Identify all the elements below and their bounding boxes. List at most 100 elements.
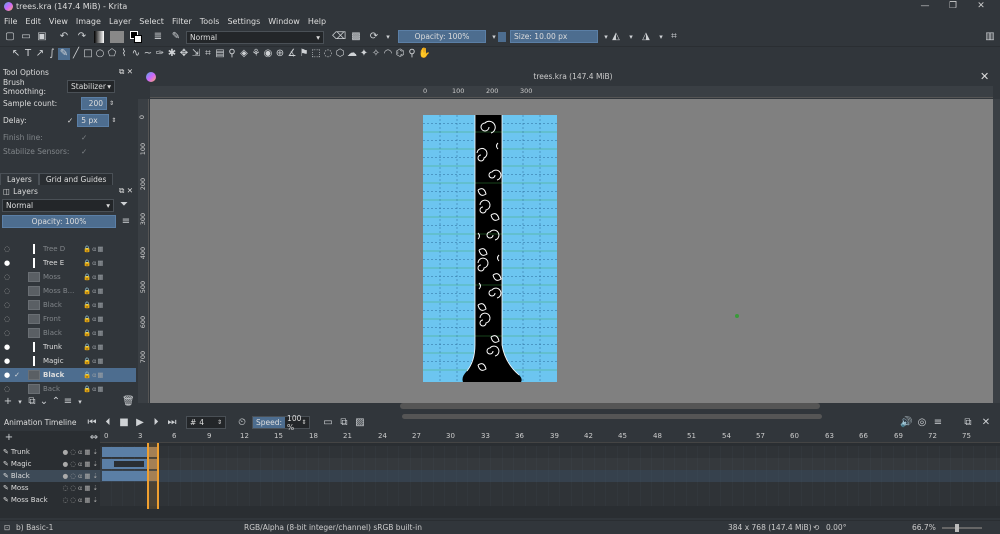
add-layer-icon[interactable]: + [2, 396, 14, 408]
layer-item[interactable]: ◌ Tree D 🔒α▦ [0, 242, 136, 256]
close-icon[interactable]: ✕ [966, 1, 996, 11]
undo-icon[interactable]: ↶ [58, 31, 70, 43]
menu-edit[interactable]: Edit [21, 15, 45, 28]
size-slider[interactable]: Size: 10.00 px [510, 30, 598, 43]
stop-icon[interactable]: ■ [118, 417, 130, 429]
bezier-tool-icon[interactable]: ∿ [130, 48, 142, 60]
freehand-path-icon[interactable]: ~ [142, 48, 154, 60]
layer-item[interactable]: ◌ Front 🔒α▦ [0, 312, 136, 326]
layer-properties-icons[interactable]: 🔒α▦ [83, 259, 105, 267]
layer-properties-icons[interactable]: 🔒α▦ [83, 371, 105, 379]
prev-keyframe-icon[interactable]: ⏴ [102, 417, 114, 429]
freehand-select-icon[interactable]: ☁ [346, 48, 358, 60]
layer-item[interactable]: ◌ Back 🔒α▦ [0, 382, 136, 396]
frame-ruler[interactable]: 0 3 6 9 12 15 18 21 24 27 30 33 36 39 42… [100, 431, 1000, 443]
ellipse-select-icon[interactable]: ◌ [322, 48, 334, 60]
dynamic-brush-icon[interactable]: ✑ [154, 48, 166, 60]
menu-view[interactable]: View [45, 15, 72, 28]
timeline-layer[interactable]: ✎ Moss Back ◌ ◌ α ▦ ⇣ [0, 494, 100, 506]
layer-properties-icons[interactable]: 🔒α▦ [83, 287, 105, 295]
layer-toggles[interactable]: ◌ ◌ α ▦ ⇣ [63, 484, 98, 492]
first-frame-icon[interactable]: ⏮ [86, 417, 98, 429]
save-icon[interactable]: ▣ [36, 31, 48, 43]
drop-frames-icon[interactable]: ▭ [322, 417, 334, 429]
timeline-splitter[interactable] [402, 414, 822, 419]
line-tool-icon[interactable]: ╱ [70, 48, 82, 60]
polygon-select-icon[interactable]: ⬡ [334, 48, 346, 60]
onion-skin-icon[interactable]: ⧉ [338, 417, 350, 429]
visibility-on-icon[interactable]: ● [2, 259, 12, 267]
visibility-on-icon[interactable]: ● [2, 343, 12, 351]
delay-checkbox[interactable]: ✓ [67, 116, 73, 125]
menu-file[interactable]: File [0, 15, 21, 28]
menu-settings[interactable]: Settings [223, 15, 264, 28]
spin-icon[interactable]: ⇕ [111, 117, 116, 124]
keyframe-block[interactable] [102, 471, 148, 481]
timeline-layer[interactable]: ✎ Moss ◌ ◌ α ▦ ⇣ [0, 482, 100, 494]
play-icon[interactable]: ▶ [134, 417, 146, 429]
dropdown-icon[interactable]: ▾ [382, 31, 394, 43]
brush-settings-icon[interactable]: ≣ [152, 31, 164, 43]
layer-toggles[interactable]: ● ◌ α ▦ ⇣ [63, 472, 98, 480]
select-shapes-icon[interactable]: ↖ [10, 48, 22, 60]
colorize-mask-icon[interactable]: ◈ [238, 48, 250, 60]
brush-tool-icon[interactable]: ✎ [58, 47, 70, 60]
layer-toggles[interactable]: ◌ ◌ α ▦ ⇣ [63, 496, 98, 504]
edit-shapes-icon[interactable]: ↗ [34, 48, 46, 60]
calligraphy-icon[interactable]: ∫ [46, 48, 58, 60]
layer-toggles[interactable]: ● ◌ α ▦ ⇣ [63, 448, 98, 456]
canvas-image[interactable] [423, 115, 557, 382]
move-up-icon[interactable]: ⌃ [50, 396, 62, 408]
zoom-tool-icon[interactable]: ⚲ [406, 48, 418, 60]
visibility-off-icon[interactable]: ◌ [2, 301, 12, 309]
volume-icon[interactable]: ◎ [916, 417, 928, 429]
blend-mode-select[interactable]: Normal ▾ [186, 31, 324, 44]
layer-item[interactable]: ● Magic 🔒α▦ [0, 354, 136, 368]
layer-item[interactable]: ● Tree E 🔒α▦ [0, 256, 136, 270]
layer-properties-icons[interactable]: 🔒α▦ [83, 245, 105, 253]
polygon-tool-icon[interactable]: ⬠ [106, 48, 118, 60]
keyframe-block[interactable] [102, 447, 148, 457]
frame-grid[interactable] [100, 443, 1000, 509]
smart-patch-icon[interactable]: ⚘ [250, 48, 262, 60]
audio-icon[interactable]: 🔊 [900, 417, 912, 429]
layer-properties-icons[interactable]: 🔒α▦ [83, 357, 105, 365]
layer-blend-select[interactable]: Normal ▾ [2, 198, 114, 212]
delay-input[interactable]: 5 px [77, 114, 110, 127]
layer-properties-icons[interactable]: 🔒α▦ [83, 315, 105, 323]
timeline-layer-selected[interactable]: ✎ Black ● ◌ α ▦ ⇣ [0, 470, 100, 482]
rectangle-tool-icon[interactable]: □ [82, 48, 94, 60]
visibility-on-icon[interactable]: ● [2, 371, 12, 379]
close-document-icon[interactable]: ✕ [980, 70, 989, 83]
frame-input[interactable]: # 4 ⇕ [186, 416, 226, 429]
menu-help[interactable]: Help [304, 15, 330, 28]
crop-icon[interactable]: ⌗ [668, 31, 680, 43]
layer-item-selected[interactable]: ● ✓ Black 🔒α▦ [0, 368, 136, 382]
delete-layer-icon[interactable]: 🗑 [122, 396, 135, 408]
layer-properties-icons[interactable]: 🔒α▦ [83, 385, 105, 393]
tab-grid-guides[interactable]: Grid and Guides [38, 172, 114, 185]
layer-item[interactable]: ● Trunk 🔒α▦ [0, 340, 136, 354]
gradient-tool-icon[interactable]: ▤ [214, 48, 226, 60]
ellipse-tool-icon[interactable]: ○ [94, 48, 106, 60]
brush-preset-icon[interactable]: ✎ [170, 31, 182, 43]
chevron-down-icon[interactable]: ▾ [14, 396, 26, 408]
alpha-lock-icon[interactable]: ▩ [350, 31, 362, 43]
open-document-icon[interactable]: ▭ [20, 31, 32, 43]
move-down-icon[interactable]: ⌄ [38, 396, 50, 408]
magnetic-select-icon[interactable]: ⌬ [394, 48, 406, 60]
brush-smoothing-select[interactable]: Stabilizer ▾ [67, 80, 115, 93]
reference-tool-icon[interactable]: ⚑ [298, 48, 310, 60]
multibrush-icon[interactable]: ✱ [166, 48, 178, 60]
pattern-icon[interactable] [110, 31, 124, 43]
reload-preset-icon[interactable]: ⟳ [368, 31, 380, 43]
auto-key-icon[interactable]: ▨ [354, 417, 366, 429]
color-picker-icon[interactable]: ⚲ [226, 48, 238, 60]
horizontal-scrollbar[interactable] [400, 403, 820, 409]
float-icon[interactable]: ⧉ [962, 417, 974, 429]
zoom-slider[interactable] [942, 527, 982, 529]
layer-item[interactable]: ◌ Moss B... 🔒α▦ [0, 284, 136, 298]
layer-properties-icons[interactable]: 🔒α▦ [83, 329, 105, 337]
move-tool-icon[interactable]: ✥ [178, 48, 190, 60]
visibility-off-icon[interactable]: ◌ [2, 245, 12, 253]
